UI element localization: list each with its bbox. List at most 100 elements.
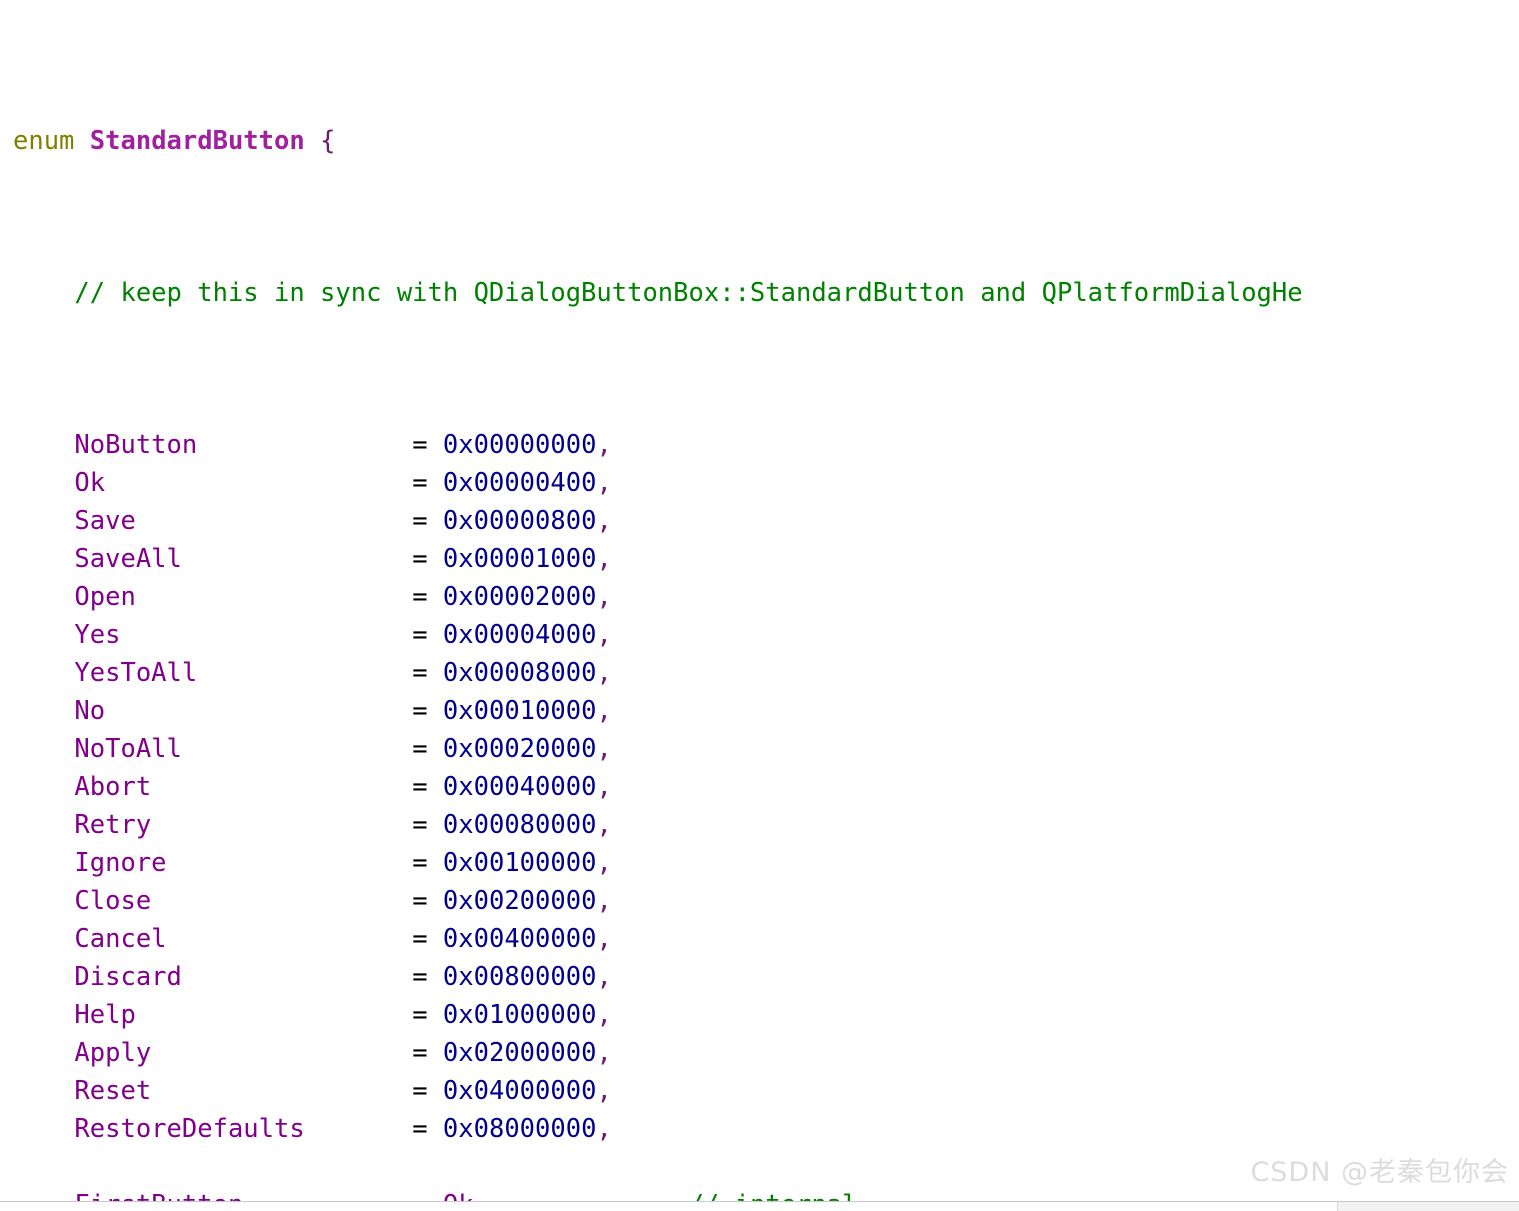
assignment-operator: =: [412, 658, 443, 688]
comma: ,: [596, 468, 612, 498]
enum-entry-name: Yes: [74, 620, 413, 650]
enum-entry-name: RestoreDefaults: [74, 1114, 413, 1144]
code-line-enum-entry: NoToAll = 0x00020000,: [13, 730, 1303, 768]
comma: ,: [596, 924, 612, 954]
comma: ,: [596, 1114, 612, 1144]
comma: ,: [596, 582, 612, 612]
assignment-operator: =: [412, 962, 443, 992]
enum-entry-value: 0x08000000: [442, 1114, 597, 1144]
comma: ,: [596, 810, 612, 840]
code-line-enum-entry: RestoreDefaults = 0x08000000,: [13, 1110, 1303, 1148]
code-line-enum-entry: Reset = 0x04000000,: [13, 1072, 1303, 1110]
comma: ,: [596, 734, 612, 764]
assignment-operator: =: [412, 620, 443, 650]
code-line-enum-entry: Open = 0x00002000,: [13, 578, 1303, 616]
assignment-operator: =: [412, 582, 443, 612]
comma: ,: [596, 1038, 612, 1068]
csdn-watermark: CSDN @老秦包你会: [1250, 1157, 1509, 1188]
assignment-operator: =: [412, 848, 443, 878]
enum-entry-name: No: [74, 696, 413, 726]
comma: ,: [596, 620, 612, 650]
assignment-operator: =: [412, 696, 443, 726]
code-line-header-comment: // keep this in sync with QDialogButtonB…: [13, 274, 1303, 312]
enum-entry-name: Ok: [74, 468, 413, 498]
enum-entry-name: Help: [74, 1000, 413, 1030]
assignment-operator: =: [412, 810, 443, 840]
code-snippet-viewer: enum StandardButton { // keep this in sy…: [0, 0, 1519, 1211]
source-code-block[interactable]: enum StandardButton { // keep this in sy…: [13, 8, 1303, 1211]
assignment-operator: =: [412, 1000, 443, 1030]
code-line-enum-entry: NoButton = 0x00000000,: [13, 426, 1303, 464]
enum-entry-value: 0x00200000: [442, 886, 597, 916]
enum-entry-value: 0x00020000: [442, 734, 597, 764]
bottom-panel-left: [0, 1202, 1338, 1211]
code-line-enum-entry: Cancel = 0x00400000,: [13, 920, 1303, 958]
enum-entry-name: Ignore: [74, 848, 413, 878]
enum-entry-name: Open: [74, 582, 413, 612]
code-line-enum-entry: Close = 0x00200000,: [13, 882, 1303, 920]
enum-entry-name: Close: [74, 886, 413, 916]
enum-entry-name: NoButton: [74, 430, 413, 460]
enum-entry-name: Reset: [74, 1076, 413, 1106]
enum-entry-value: 0x00004000: [442, 620, 597, 650]
comma: ,: [596, 1076, 612, 1106]
assignment-operator: =: [412, 468, 443, 498]
header-comment-text: // keep this in sync with QDialogButtonB…: [74, 278, 1303, 308]
enum-entry-name: YesToAll: [74, 658, 413, 688]
enum-entry-value: 0x00010000: [442, 696, 597, 726]
assignment-operator: =: [412, 544, 443, 574]
enum-entry-list: NoButton = 0x00000000, Ok = 0x00000400, …: [13, 426, 1303, 1211]
enum-entry-value: 0x00080000: [442, 810, 597, 840]
assignment-operator: =: [412, 886, 443, 916]
enum-entry-value: 0x00040000: [442, 772, 597, 802]
enum-entry-name: Cancel: [74, 924, 413, 954]
code-line-enum-entry: Discard = 0x00800000,: [13, 958, 1303, 996]
bottom-panel-right: [1338, 1202, 1519, 1211]
assignment-operator: =: [412, 1038, 443, 1068]
comma: ,: [596, 430, 612, 460]
enum-entry-name: Abort: [74, 772, 413, 802]
comma: ,: [596, 658, 612, 688]
code-line-enum-declaration: enum StandardButton {: [13, 122, 1303, 160]
code-line-enum-entry: Yes = 0x00004000,: [13, 616, 1303, 654]
enum-entry-value: 0x00002000: [442, 582, 597, 612]
enum-entry-value: 0x00008000: [442, 658, 597, 688]
code-line-enum-entry: YesToAll = 0x00008000,: [13, 654, 1303, 692]
enum-entry-value: 0x04000000: [442, 1076, 597, 1106]
comma: ,: [596, 962, 612, 992]
enum-entry-value: 0x00000000: [442, 430, 597, 460]
assignment-operator: =: [412, 734, 443, 764]
comma: ,: [596, 886, 612, 916]
enum-entry-value: 0x00800000: [442, 962, 597, 992]
enum-keyword: enum: [13, 126, 75, 156]
assignment-operator: =: [412, 924, 443, 954]
code-line-enum-entry: SaveAll = 0x00001000,: [13, 540, 1303, 578]
assignment-operator: =: [412, 1114, 443, 1144]
enum-entry-value: 0x00000800: [442, 506, 597, 536]
enum-entry-value: 0x00400000: [442, 924, 597, 954]
enum-entry-value: 0x00001000: [442, 544, 597, 574]
enum-entry-value: 0x02000000: [442, 1038, 597, 1068]
enum-entry-name: Apply: [74, 1038, 413, 1068]
